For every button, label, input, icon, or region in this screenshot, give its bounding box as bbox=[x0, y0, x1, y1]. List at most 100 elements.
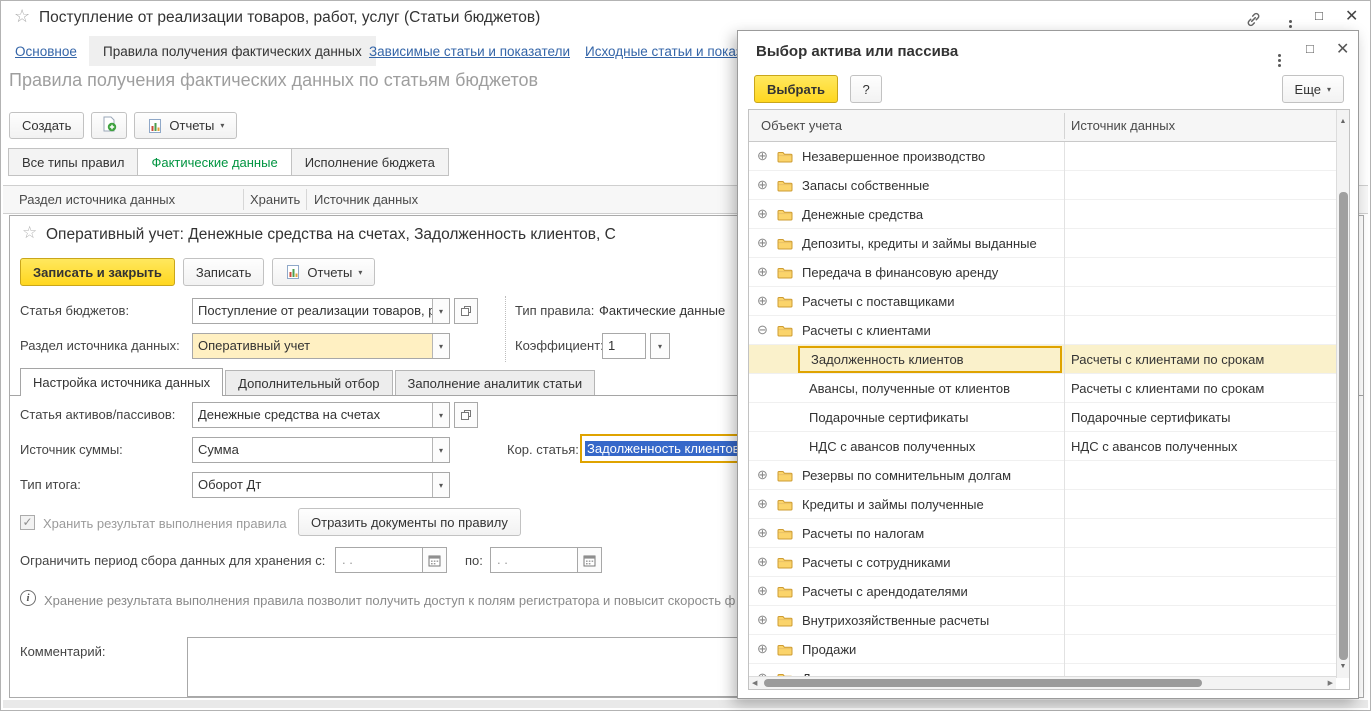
tree-item-name[interactable]: Резервы по сомнительным долгам bbox=[798, 462, 1062, 489]
expand-icon[interactable]: ⊕ bbox=[757, 206, 768, 222]
save-button[interactable]: Записать bbox=[183, 258, 265, 286]
expand-icon[interactable]: ⊕ bbox=[757, 641, 768, 657]
filter-fact-data[interactable]: Фактические данные bbox=[137, 148, 291, 176]
close-icon[interactable]: ✕ bbox=[1336, 39, 1349, 59]
column-data-source[interactable]: Источник данных bbox=[1071, 110, 1175, 141]
dropdown-arrow-icon[interactable]: ▾ bbox=[432, 334, 449, 358]
column-accounting-object[interactable]: Объект учета bbox=[761, 110, 842, 141]
calendar-icon[interactable] bbox=[578, 547, 602, 573]
calendar-icon[interactable] bbox=[423, 547, 447, 573]
scroll-down-icon[interactable]: ▼ bbox=[1337, 663, 1349, 670]
tree-row[interactable]: Задолженность клиентов Расчеты с клиента… bbox=[749, 345, 1336, 374]
help-button[interactable]: ? bbox=[850, 75, 882, 103]
dropdown-arrow-icon[interactable]: ▾ bbox=[432, 403, 449, 427]
create-button[interactable]: Создать bbox=[9, 112, 84, 139]
tree-row[interactable]: ⊕ Передача в финансовую аренду bbox=[749, 258, 1336, 287]
horizontal-scrollbar[interactable]: ◀ ▶ bbox=[749, 676, 1336, 689]
tab-facts-rules[interactable]: Правила получения фактических данных bbox=[89, 36, 376, 66]
period-to-field[interactable]: . . bbox=[490, 547, 602, 573]
tab-dependent-items[interactable]: Зависимые статьи и показатели bbox=[369, 44, 570, 59]
period-from-field[interactable]: . . bbox=[335, 547, 447, 573]
tree-item-name[interactable]: Подарочные сертификаты bbox=[798, 404, 1062, 431]
open-item-button[interactable] bbox=[454, 402, 478, 428]
expand-icon[interactable]: ⊕ bbox=[757, 235, 768, 251]
more-menu-icon[interactable] bbox=[1278, 44, 1281, 62]
filter-budget-execution[interactable]: Исполнение бюджета bbox=[291, 148, 449, 176]
record-reports-button[interactable]: Отчеты ▾ bbox=[272, 258, 375, 286]
open-item-button[interactable] bbox=[454, 298, 478, 324]
create-new-item-button[interactable] bbox=[91, 112, 127, 139]
tree-row[interactable]: ⊕ Кредиты и займы полученные bbox=[749, 490, 1336, 519]
tree-row[interactable]: ⊕ Расчеты с арендодателями bbox=[749, 577, 1336, 606]
save-close-button[interactable]: Записать и закрыть bbox=[20, 258, 175, 286]
tree-row[interactable]: ⊕ Доходы и расходы bbox=[749, 664, 1336, 676]
tree-row[interactable]: ⊕ Денежные средства bbox=[749, 200, 1336, 229]
expand-icon[interactable]: ⊕ bbox=[757, 554, 768, 570]
expand-icon[interactable]: ⊕ bbox=[757, 583, 768, 599]
expand-icon[interactable]: ⊕ bbox=[757, 496, 768, 512]
vertical-scrollbar[interactable]: ▲ ▼ bbox=[1336, 110, 1349, 678]
favorite-star-icon[interactable]: ☆ bbox=[14, 6, 30, 27]
more-menu-icon[interactable] bbox=[1289, 10, 1292, 28]
tab-source-settings[interactable]: Настройка источника данных bbox=[20, 368, 223, 396]
tree-item-name[interactable]: Передача в финансовую аренду bbox=[798, 259, 1062, 286]
tab-analytics-fill[interactable]: Заполнение аналитик статьи bbox=[395, 370, 596, 395]
dropdown-arrow-icon[interactable]: ▾ bbox=[432, 299, 449, 323]
tree-row[interactable]: ⊕ Продажи bbox=[749, 635, 1336, 664]
store-result-checkbox[interactable]: ✓ bbox=[20, 515, 35, 530]
data-section-field[interactable]: Оперативный учет ▾ bbox=[192, 333, 450, 359]
tree-item-name[interactable]: Расчеты с клиентами bbox=[798, 317, 1062, 344]
record-favorite-star-icon[interactable]: ☆ bbox=[22, 223, 37, 243]
close-icon[interactable]: ✕ bbox=[1345, 6, 1358, 26]
coefficient-dropdown-button[interactable]: ▾ bbox=[650, 333, 670, 359]
amount-source-field[interactable]: Сумма ▾ bbox=[192, 437, 450, 463]
column-data-section[interactable]: Раздел источника данных bbox=[19, 186, 175, 213]
tree-item-name[interactable]: Авансы, полученные от клиентов bbox=[798, 375, 1062, 402]
scroll-right-icon[interactable]: ▶ bbox=[1328, 679, 1333, 687]
tree-row[interactable]: ⊕ Внутрихозяйственные расчеты bbox=[749, 606, 1336, 635]
tree-item-name[interactable]: Денежные средства bbox=[798, 201, 1062, 228]
tree-row[interactable]: ⊕ Расчеты по налогам bbox=[749, 519, 1336, 548]
tree-row[interactable]: ⊕ Расчеты с поставщиками bbox=[749, 287, 1336, 316]
maximize-icon[interactable]: □ bbox=[1315, 8, 1323, 23]
maximize-icon[interactable]: □ bbox=[1306, 41, 1314, 56]
tree-row[interactable]: Авансы, полученные от клиентов Расчеты с… bbox=[749, 374, 1336, 403]
tree-row[interactable]: Подарочные сертификаты Подарочные сертиф… bbox=[749, 403, 1336, 432]
expand-icon[interactable]: ⊕ bbox=[757, 264, 768, 280]
tree-item-name[interactable]: Запасы собственные bbox=[798, 172, 1062, 199]
column-data-source[interactable]: Источник данных bbox=[314, 186, 418, 213]
tree-item-name[interactable]: Расчеты с арендодателями bbox=[798, 578, 1062, 605]
tree-item-name[interactable]: Продажи bbox=[798, 636, 1062, 663]
expand-icon[interactable]: ⊖ bbox=[757, 322, 768, 338]
tree-item-name[interactable]: Внутрихозяйственные расчеты bbox=[798, 607, 1062, 634]
coefficient-field[interactable]: 1 bbox=[602, 333, 646, 359]
more-button[interactable]: Еще ▾ bbox=[1282, 75, 1344, 103]
expand-icon[interactable]: ⊕ bbox=[757, 293, 768, 309]
select-button[interactable]: Выбрать bbox=[754, 75, 838, 103]
tree-item-name[interactable]: НДС с авансов полученных bbox=[798, 433, 1062, 460]
horizontal-scroll-thumb[interactable] bbox=[764, 679, 1202, 687]
budget-item-field[interactable]: Поступление от реализации товаров, рабо … bbox=[192, 298, 450, 324]
tree-item-name[interactable]: Депозиты, кредиты и займы выданные bbox=[798, 230, 1062, 257]
reflect-documents-button[interactable]: Отразить документы по правилу bbox=[298, 508, 521, 536]
tree-item-name[interactable]: Расчеты по налогам bbox=[798, 520, 1062, 547]
tab-main[interactable]: Основное bbox=[15, 44, 77, 59]
tree-row[interactable]: ⊕ Резервы по сомнительным долгам bbox=[749, 461, 1336, 490]
asset-item-field[interactable]: Денежные средства на счетах ▾ bbox=[192, 402, 450, 428]
vertical-scroll-thumb[interactable] bbox=[1339, 192, 1348, 660]
expand-icon[interactable]: ⊕ bbox=[757, 148, 768, 164]
tab-source-items[interactable]: Исходные статьи и показат bbox=[585, 44, 755, 59]
tree-row[interactable]: ⊕ Расчеты с сотрудниками bbox=[749, 548, 1336, 577]
tree-row[interactable]: ⊖ Расчеты с клиентами bbox=[749, 316, 1336, 345]
tab-additional-filter[interactable]: Дополнительный отбор bbox=[225, 370, 392, 395]
tree-row[interactable]: НДС с авансов полученных НДС с авансов п… bbox=[749, 432, 1336, 461]
scroll-up-icon[interactable]: ▲ bbox=[1337, 118, 1349, 125]
expand-icon[interactable]: ⊕ bbox=[757, 467, 768, 483]
dropdown-arrow-icon[interactable]: ▾ bbox=[432, 438, 449, 462]
dropdown-arrow-icon[interactable]: ▾ bbox=[432, 473, 449, 497]
scroll-left-icon[interactable]: ◀ bbox=[752, 679, 757, 687]
tree-row[interactable]: ⊕ Депозиты, кредиты и займы выданные bbox=[749, 229, 1336, 258]
tree-item-name[interactable]: Расчеты с сотрудниками bbox=[798, 549, 1062, 576]
tree-item-name[interactable]: Доходы и расходы bbox=[798, 665, 1062, 676]
tree-row[interactable]: ⊕ Запасы собственные bbox=[749, 171, 1336, 200]
